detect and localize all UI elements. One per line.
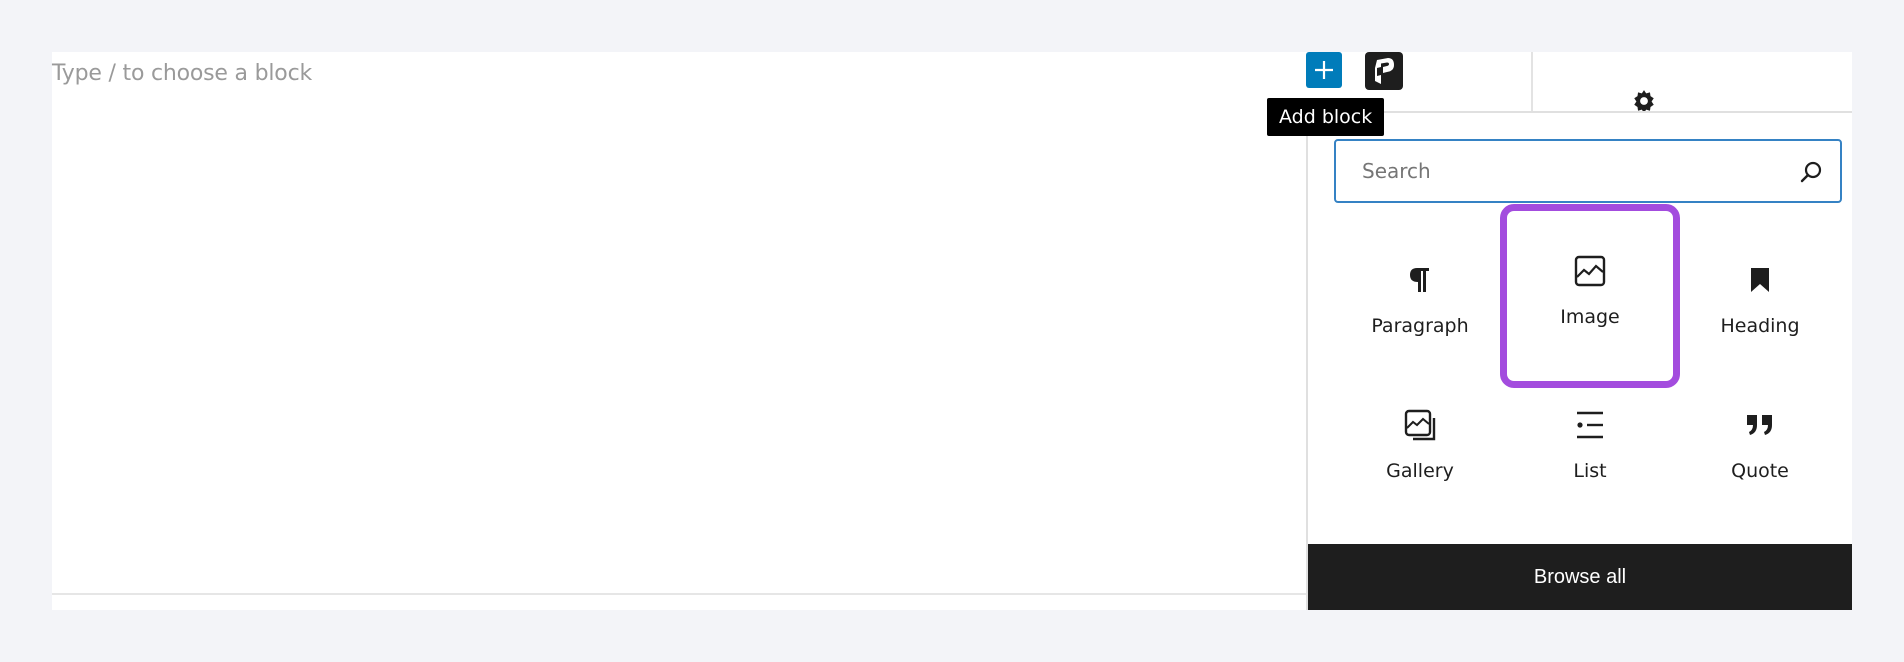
search-icon[interactable]: [1798, 159, 1824, 185]
block-heading[interactable]: Heading: [1670, 213, 1850, 353]
paragraph-icon: [1403, 263, 1437, 297]
block-paragraph[interactable]: Paragraph: [1330, 213, 1510, 353]
brand-logo-icon: [1375, 58, 1394, 84]
gallery-icon: [1403, 408, 1437, 442]
block-gallery[interactable]: Gallery: [1330, 358, 1510, 498]
block-placeholder[interactable]: Type / to choose a block: [52, 61, 312, 86]
image-icon: [1573, 254, 1607, 288]
block-search[interactable]: [1334, 139, 1842, 203]
plus-icon: [1315, 61, 1333, 79]
block-label: Quote: [1731, 460, 1789, 482]
block-label: Paragraph: [1371, 315, 1469, 337]
quote-icon: [1743, 408, 1777, 442]
block-label: Gallery: [1386, 460, 1454, 482]
block-label: Image: [1560, 306, 1620, 328]
add-block-button[interactable]: [1306, 52, 1342, 88]
block-label: List: [1573, 460, 1607, 482]
block-quote[interactable]: Quote: [1670, 358, 1850, 498]
block-list[interactable]: List: [1500, 358, 1680, 498]
list-icon: [1573, 408, 1607, 442]
divider: [52, 593, 1306, 595]
browse-all-button[interactable]: Browse all: [1308, 544, 1852, 610]
block-label: Heading: [1720, 315, 1800, 337]
search-input[interactable]: [1360, 158, 1784, 184]
toolbar-divider: [1531, 52, 1533, 112]
block-inserter-panel: Paragraph Image Heading: [1306, 111, 1852, 610]
add-block-tooltip: Add block: [1267, 98, 1385, 136]
brand-logo-button[interactable]: [1365, 52, 1403, 90]
bookmark-icon: [1743, 263, 1777, 297]
